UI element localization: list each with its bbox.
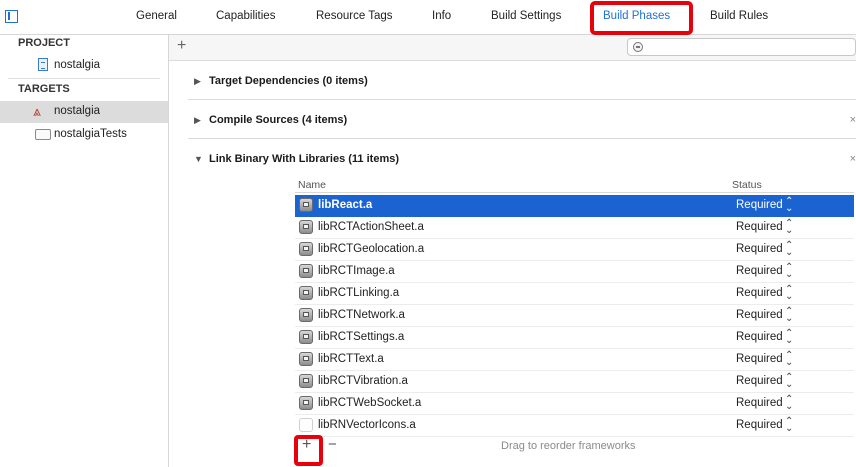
- library-name: libRCTWebSocket.a: [318, 397, 422, 409]
- status-stepper-icon[interactable]: ⌃ ⌄: [785, 219, 793, 236]
- status-stepper-icon[interactable]: ⌃ ⌄: [785, 373, 793, 390]
- static-library-icon: [299, 308, 313, 322]
- static-library-icon: [299, 242, 313, 256]
- status-stepper-icon[interactable]: ⌃ ⌄: [785, 263, 793, 280]
- status-stepper-icon[interactable]: ⌃ ⌄: [785, 329, 793, 346]
- sidebar-item-target-nostalgia[interactable]: ⩓ nostalgia: [0, 101, 168, 123]
- sidebar-item-target-nostalgiatests[interactable]: nostalgiaTests: [0, 124, 168, 146]
- library-name: libRCTSettings.a: [318, 331, 405, 343]
- build-phases-annotation-box: [590, 1, 693, 35]
- tab-general[interactable]: General: [136, 10, 177, 22]
- sidebar-divider: [8, 78, 160, 79]
- project-file-icon: [38, 58, 48, 71]
- filter-icon: [633, 42, 643, 52]
- library-name: libRCTImage.a: [318, 265, 395, 277]
- status-stepper-icon[interactable]: ⌃ ⌄: [785, 395, 793, 412]
- tab-capabilities[interactable]: Capabilities: [216, 10, 275, 22]
- static-library-icon: [299, 352, 313, 366]
- phases-toolbar: +: [169, 35, 856, 61]
- table-row[interactable]: libRCTNetwork.a Required ⌃ ⌄: [295, 305, 854, 327]
- project-section-header: PROJECT: [18, 37, 70, 49]
- library-status: Required: [736, 397, 783, 409]
- tab-resource-tags[interactable]: Resource Tags: [316, 10, 393, 22]
- library-name: libRCTGeolocation.a: [318, 243, 425, 255]
- table-row[interactable]: libRCTImage.a Required ⌃ ⌄: [295, 261, 854, 283]
- table-row[interactable]: libRCTLinking.a Required ⌃ ⌄: [295, 283, 854, 305]
- status-stepper-icon[interactable]: ⌃ ⌄: [785, 241, 793, 258]
- library-status: Required: [736, 353, 783, 365]
- show-navigator-icon[interactable]: [5, 10, 18, 23]
- disclosure-triangle-open-icon[interactable]: ▼: [194, 154, 203, 164]
- library-name: libRCTNetwork.a: [318, 309, 405, 321]
- library-status: Required: [736, 287, 783, 299]
- sidebar-item-project-nostalgia[interactable]: nostalgia: [0, 55, 168, 77]
- library-status: Required: [736, 375, 783, 387]
- disclosure-triangle-icon[interactable]: ▶: [194, 76, 201, 87]
- targets-section-header: TARGETS: [18, 83, 70, 95]
- table-row[interactable]: libReact.a Required ⌃ ⌄: [295, 195, 854, 217]
- table-row[interactable]: libRCTVibration.a Required ⌃ ⌄: [295, 371, 854, 393]
- disclosure-triangle-icon[interactable]: ▶: [194, 115, 201, 126]
- filter-field[interactable]: [627, 38, 856, 56]
- phase-title: Target Dependencies (0 items): [209, 75, 368, 87]
- sidebar-item-label: nostalgiaTests: [54, 128, 127, 140]
- library-name: libReact.a: [318, 199, 373, 211]
- table-row[interactable]: libRCTWebSocket.a Required ⌃ ⌄: [295, 393, 854, 415]
- library-status: Required: [736, 419, 783, 431]
- blank-file-icon: [299, 418, 313, 432]
- status-stepper-icon[interactable]: ⌃ ⌄: [785, 307, 793, 324]
- static-library-icon: [299, 286, 313, 300]
- phase-divider: [188, 99, 856, 100]
- add-build-phase-button[interactable]: +: [177, 37, 186, 55]
- table-row[interactable]: libRCTGeolocation.a Required ⌃ ⌄: [295, 239, 854, 261]
- phase-title: Compile Sources (4 items): [209, 114, 348, 126]
- remove-phase-icon[interactable]: ×: [850, 153, 856, 165]
- app-target-icon: ⩓: [33, 103, 41, 119]
- editor-tab-bar: General Capabilities Resource Tags Info …: [0, 0, 856, 35]
- status-stepper-icon[interactable]: ⌃ ⌄: [785, 197, 793, 214]
- static-library-icon: [299, 374, 313, 388]
- libraries-rows: libReact.a Required ⌃ ⌄ libRCTActionSheet…: [295, 195, 854, 437]
- project-target-sidebar: PROJECT nostalgia TARGETS ⩓ nostalgia no…: [0, 35, 169, 467]
- table-row[interactable]: libRCTActionSheet.a Required ⌃ ⌄: [295, 217, 854, 239]
- library-status: Required: [736, 265, 783, 277]
- library-status: Required: [736, 309, 783, 321]
- build-phases-editor: + ▶ Target Dependencies (0 items) ▶ Comp…: [169, 35, 856, 467]
- library-name: libRCTText.a: [318, 353, 384, 365]
- column-header-status[interactable]: Status: [732, 179, 762, 191]
- sidebar-item-label: nostalgia: [54, 105, 101, 117]
- status-stepper-icon[interactable]: ⌃ ⌄: [785, 285, 793, 302]
- phase-title: Link Binary With Libraries (11 items): [209, 153, 400, 165]
- phase-divider: [188, 138, 856, 139]
- status-stepper-icon[interactable]: ⌃ ⌄: [785, 351, 793, 368]
- remove-library-button[interactable]: −: [328, 437, 337, 453]
- tab-build-settings[interactable]: Build Settings: [491, 10, 561, 22]
- column-header-name[interactable]: Name: [298, 179, 326, 191]
- library-status: Required: [736, 243, 783, 255]
- static-library-icon: [299, 198, 313, 212]
- library-name: libRCTLinking.a: [318, 287, 400, 299]
- static-library-icon: [299, 264, 313, 278]
- tab-info[interactable]: Info: [432, 10, 451, 22]
- libraries-table-header: Name Status: [295, 176, 854, 193]
- table-row[interactable]: libRCTText.a Required ⌃ ⌄: [295, 349, 854, 371]
- static-library-icon: [299, 330, 313, 344]
- library-status: Required: [736, 221, 783, 233]
- sidebar-item-label: nostalgia: [54, 59, 101, 71]
- library-status: Required: [736, 331, 783, 343]
- table-row[interactable]: libRCTSettings.a Required ⌃ ⌄: [295, 327, 854, 349]
- library-name: libRCTActionSheet.a: [318, 221, 424, 233]
- library-name: libRNVectorIcons.a: [318, 419, 416, 431]
- status-stepper-icon[interactable]: ⌃ ⌄: [785, 417, 793, 434]
- tab-build-rules[interactable]: Build Rules: [710, 10, 768, 22]
- reorder-hint: Drag to reorder frameworks: [501, 440, 636, 452]
- add-library-annotation-box: [294, 435, 323, 466]
- static-library-icon: [299, 396, 313, 410]
- libraries-footer: + − Drag to reorder frameworks: [295, 434, 854, 458]
- library-status: Required: [736, 199, 783, 211]
- static-library-icon: [299, 220, 313, 234]
- remove-phase-icon[interactable]: ×: [850, 114, 856, 126]
- library-name: libRCTVibration.a: [318, 375, 408, 387]
- folder-icon: [35, 129, 51, 140]
